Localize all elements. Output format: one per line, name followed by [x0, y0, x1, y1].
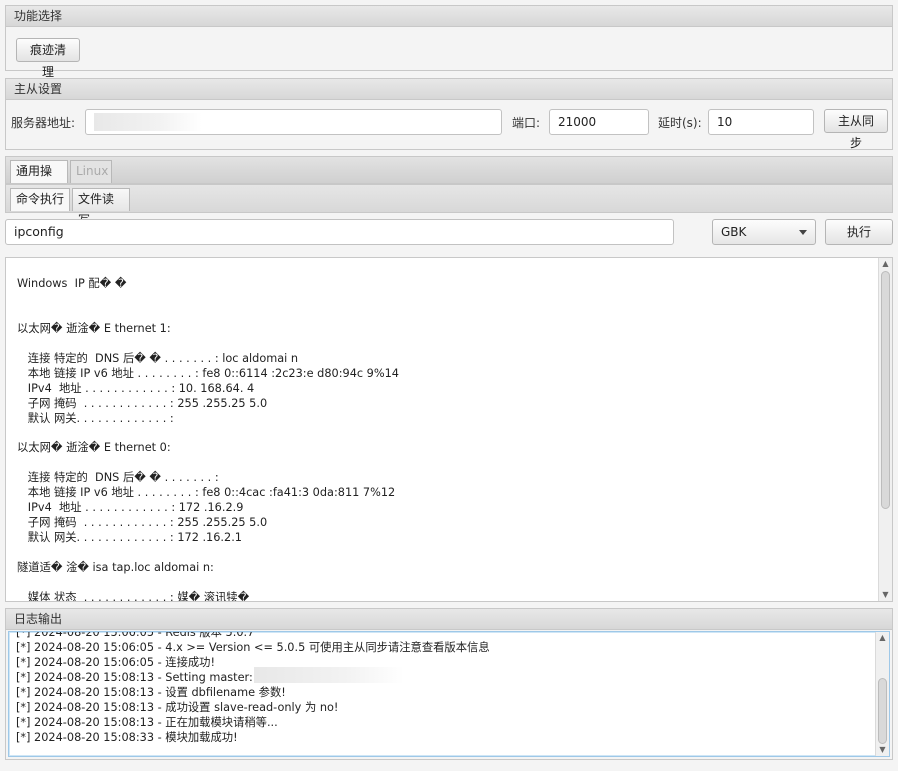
output-line: 以太网� 逝淦� E thernet 0:: [17, 441, 171, 455]
execute-button[interactable]: 执行: [825, 219, 893, 245]
log-line: [*] 2024-08-20 15:08:13 - 设置 dbfilename …: [16, 685, 286, 699]
delay-label: 延时(s):: [658, 116, 702, 130]
function-select-panel: 功能选择 痕迹清理: [5, 5, 893, 79]
log-line: [*] 2024-08-20 15:06:05 - 连接成功!: [16, 655, 216, 669]
tab-general-operations[interactable]: 通用操作: [10, 160, 68, 199]
arrow-down-icon[interactable]: ▼: [876, 744, 889, 756]
tab-linux[interactable]: Linux: [70, 160, 112, 183]
log-line: [*] 2024-08-20 15:08:13 - Setting master…: [16, 670, 257, 684]
log-text: [*] 2024-08-20 15:06:05 - Redis 版本 5.0.7…: [16, 631, 490, 746]
arrow-up-icon[interactable]: ▲: [876, 632, 889, 644]
server-address-label: 服务器地址:: [11, 116, 76, 130]
output-line: 本地 链接 IP v6 地址 . . . . . . . . : fe8 0::…: [17, 486, 396, 500]
log-output-area[interactable]: [*] 2024-08-20 15:06:05 - Redis 版本 5.0.7…: [8, 631, 890, 757]
arrow-up-icon[interactable]: ▲: [879, 258, 892, 270]
output-line: 子网 掩码 . . . . . . . . . . . . : 255 .255…: [17, 396, 268, 410]
output-line: 默认 网关. . . . . . . . . . . . . :: [17, 411, 174, 425]
output-line: 子网 掩码 . . . . . . . . . . . . : 255 .255…: [17, 516, 268, 530]
log-line: [*] 2024-08-20 15:08:13 - 成功设置 slave-rea…: [16, 700, 339, 714]
function-select-title: 功能选择: [6, 6, 892, 27]
log-line: [*] 2024-08-20 15:06:05 - 4.x >= Version…: [16, 640, 490, 654]
log-line: [*] 2024-08-20 15:06:05 - Redis 版本 5.0.7: [16, 631, 255, 639]
output-line: 连接 特定的 DNS 后� � . . . . . . . : loc aldo…: [17, 351, 299, 365]
port-input[interactable]: 21000: [549, 109, 649, 135]
encoding-select[interactable]: GBK: [712, 219, 816, 245]
log-title: 日志输出: [6, 609, 892, 630]
output-line: IPv4 地址 . . . . . . . . . . . . : 172 .1…: [17, 501, 244, 515]
port-label: 端口:: [512, 116, 541, 130]
trace-clean-button[interactable]: 痕迹清理: [16, 38, 80, 79]
output-line: Windows IP 配� �: [17, 276, 127, 290]
output-line: IPv4 地址 . . . . . . . . . . . . : 10. 16…: [17, 381, 255, 395]
command-output-text: Windows IP 配� � 以太网� 逝淦� E thernet 1: 连接…: [17, 262, 399, 602]
master-slave-panel: 主从设置 服务器地址: 端口: 21000 延时(s): 10 主从同步: [5, 78, 893, 150]
log-line: [*] 2024-08-20 15:08:13 - 正在加载模块请稍等...: [16, 715, 278, 729]
redacted-server-address: [94, 113, 202, 131]
log-scroll-thumb[interactable]: [878, 678, 887, 744]
command-input[interactable]: ipconfig: [5, 219, 674, 245]
output-line: 以太网� 逝淦� E thernet 1:: [17, 321, 171, 335]
arrow-down-icon[interactable]: ▼: [879, 589, 892, 601]
command-output-area[interactable]: Windows IP 配� � 以太网� 逝淦� E thernet 1: 连接…: [5, 257, 893, 602]
encoding-value: GBK: [721, 225, 747, 239]
output-scrollbar[interactable]: ▲ ▼: [878, 258, 892, 601]
chevron-down-icon: [799, 230, 807, 235]
outer-tab-bar: 通用操作 Linux: [5, 156, 893, 199]
inner-tab-bar: 命令执行 文件读写: [5, 184, 893, 227]
output-line: 连接 特定的 DNS 后� � . . . . . . . :: [17, 471, 219, 485]
log-line: [*] 2024-08-20 15:08:33 - 模块加载成功!: [16, 730, 238, 744]
output-line: 隧道适� 淦� isa tap.loc aldomai n:: [17, 561, 214, 575]
output-scroll-thumb[interactable]: [881, 271, 890, 509]
output-line: 媒体 状态 . . . . . . . . . . . . : 媒� 滚讯犊�: [17, 590, 250, 602]
redacted-master-address: [254, 667, 404, 683]
log-scrollbar[interactable]: ▲ ▼: [875, 632, 889, 756]
log-panel: 日志输出 [*] 2024-08-20 15:06:05 - Redis 版本 …: [5, 608, 893, 760]
tab-file-read-write[interactable]: 文件读写: [72, 188, 130, 227]
output-line: 本地 链接 IP v6 地址 . . . . . . . . : fe8 0::…: [17, 366, 399, 380]
master-slave-title: 主从设置: [6, 79, 892, 100]
master-slave-sync-button[interactable]: 主从同步: [824, 109, 888, 150]
delay-input[interactable]: 10: [708, 109, 814, 135]
tab-command-execute[interactable]: 命令执行: [10, 188, 70, 211]
output-line: 默认 网关. . . . . . . . . . . . . : 172 .16…: [17, 531, 242, 545]
